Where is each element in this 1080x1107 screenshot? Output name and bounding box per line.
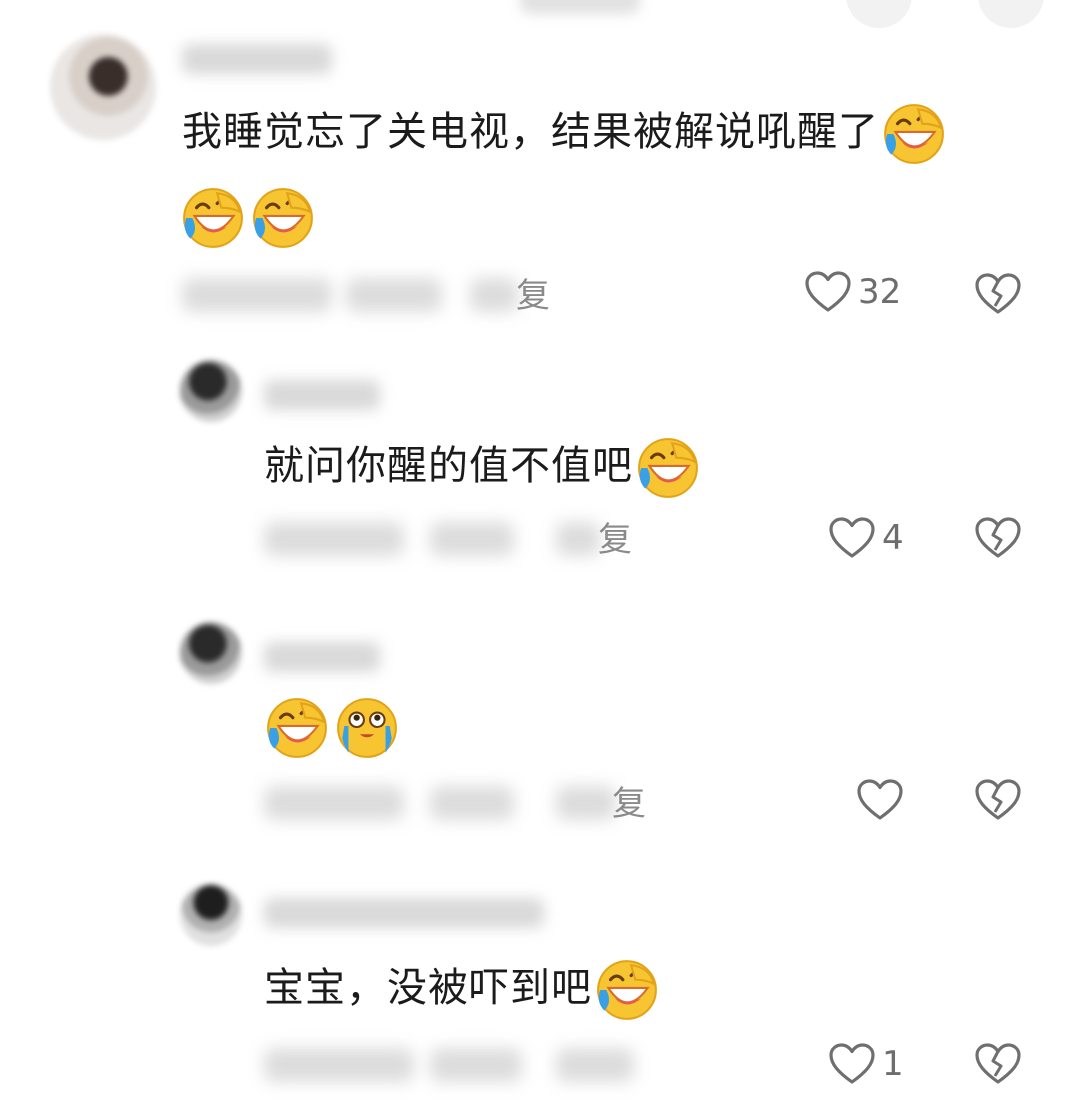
broken-heart-icon[interactable] (974, 778, 1022, 822)
avatar[interactable] (50, 34, 156, 140)
like-count: 32 (858, 272, 902, 312)
broken-heart-icon[interactable] (974, 516, 1022, 560)
laugh-cry-emoji (250, 185, 316, 251)
laugh-cry-emoji (264, 695, 330, 761)
top-bar (0, 0, 1080, 28)
comment-text-content: 就问你醒的值不值吧 (264, 443, 633, 489)
timestamp-blurred (264, 786, 404, 820)
reply-blurred (556, 522, 600, 556)
close-button[interactable] (978, 0, 1044, 28)
avatar[interactable] (180, 884, 242, 946)
username-blurred[interactable] (264, 898, 544, 928)
broken-heart-icon[interactable] (974, 272, 1022, 316)
avatar[interactable] (180, 360, 242, 422)
laugh-cry-emoji (180, 185, 246, 251)
like-button[interactable]: 32 (804, 270, 901, 314)
location-blurred (430, 786, 514, 820)
username-blurred[interactable] (264, 380, 380, 410)
reply-blurred (556, 786, 616, 820)
like-count: 1 (882, 1044, 904, 1084)
comment-text: 就问你醒的值不值吧 (264, 432, 701, 501)
like-button[interactable] (856, 778, 910, 822)
location-blurred (346, 278, 442, 312)
timestamp-blurred (264, 522, 404, 556)
avatar[interactable] (180, 622, 242, 684)
username-blurred[interactable] (182, 44, 332, 74)
comment-emoji-line (180, 182, 316, 251)
top-button-left[interactable] (846, 0, 912, 28)
heart-icon (856, 778, 904, 822)
timestamp-blurred (264, 1048, 414, 1082)
comment-emoji-line (264, 692, 400, 761)
location-blurred (430, 1048, 522, 1082)
comment-text-content: 宝宝，没被吓到吧 (264, 965, 592, 1011)
comment-text: 我睡觉忘了关电视，结果被解说吼醒了 (182, 98, 947, 167)
location-blurred (430, 522, 514, 556)
comment-text-content: 我睡觉忘了关电视，结果被解说吼醒了 (182, 109, 879, 155)
reply-button[interactable]: 复 (516, 276, 550, 316)
like-button[interactable]: 1 (828, 1042, 904, 1086)
laugh-cry-emoji (881, 101, 947, 167)
laugh-cry-emoji (594, 957, 660, 1023)
laugh-cry-emoji (635, 435, 701, 501)
like-button[interactable]: 4 (828, 516, 904, 560)
comment-text: 宝宝，没被吓到吧 (264, 954, 660, 1023)
title-blurred (520, 0, 640, 14)
timestamp-blurred (182, 278, 332, 312)
broken-heart-icon[interactable] (974, 1042, 1022, 1086)
heart-icon (828, 516, 876, 560)
reply-blurred (470, 278, 518, 312)
reply-button[interactable]: 复 (598, 520, 632, 560)
heart-icon (804, 270, 852, 314)
tearful-smile-emoji (334, 695, 400, 761)
reply-button[interactable]: 复 (612, 784, 646, 824)
username-blurred[interactable] (264, 642, 380, 672)
heart-icon (828, 1042, 876, 1086)
like-count: 4 (882, 518, 904, 558)
reply-blurred[interactable] (556, 1048, 634, 1082)
